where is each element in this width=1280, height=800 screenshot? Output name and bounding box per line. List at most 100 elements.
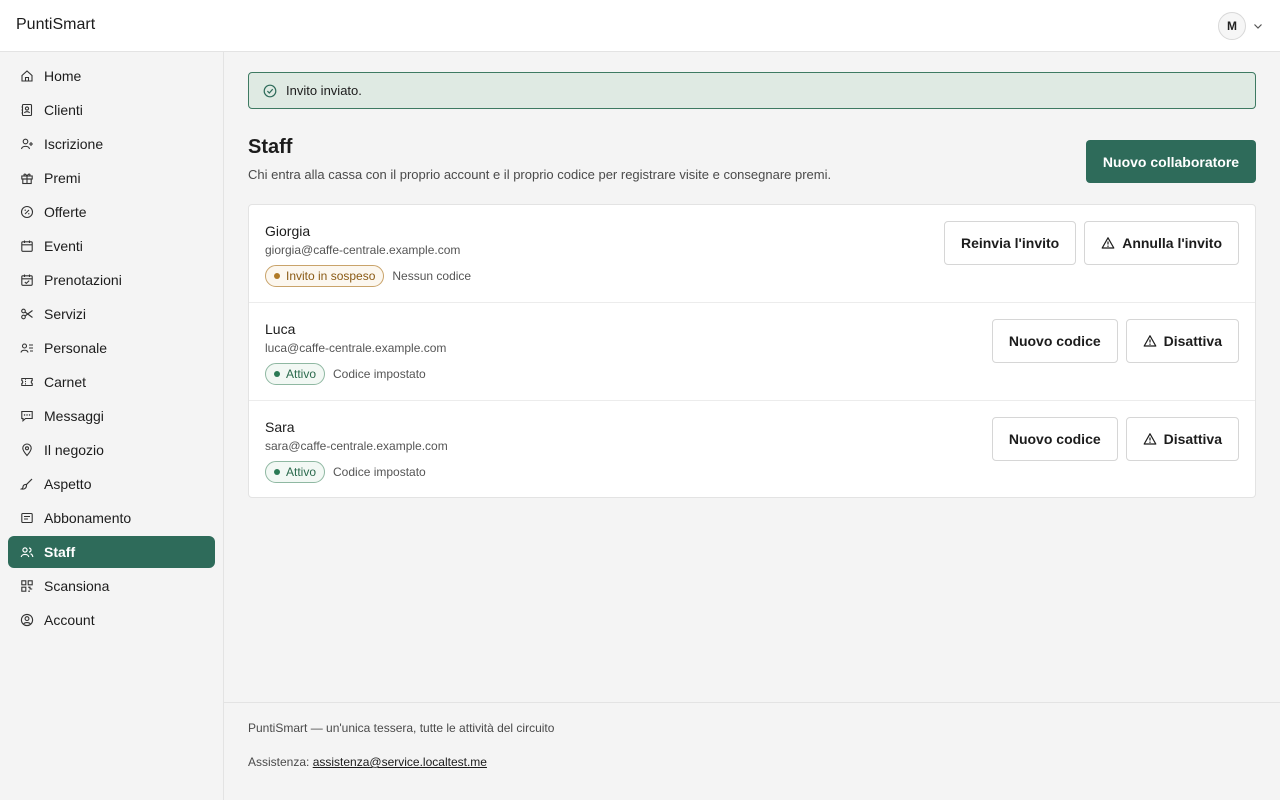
staff-email: sara@caffe-centrale.example.com <box>265 439 448 453</box>
sidebar-item-scansiona[interactable]: Scansiona <box>8 570 215 602</box>
qr-icon <box>20 579 34 593</box>
users-list-icon <box>20 341 34 355</box>
chevron-down-icon <box>1254 24 1262 29</box>
status-dot <box>274 469 280 475</box>
badge-percent-icon <box>20 205 34 219</box>
users-icon <box>20 545 34 559</box>
reinvia-l-invito-button[interactable]: Reinvia l'invito <box>943 221 1077 265</box>
sidebar-item-il-negozio[interactable]: Il negozio <box>8 434 215 466</box>
sidebar-item-eventi[interactable]: Eventi <box>8 230 215 262</box>
sidebar-item-personale[interactable]: Personale <box>8 332 215 364</box>
staff-list: Giorgia giorgia@caffe-centrale.example.co… <box>248 204 1256 498</box>
top-bar: PuntiSmart M <box>0 0 1280 52</box>
support-email-link[interactable]: assistenza@service.localtest.me <box>313 755 487 769</box>
home-icon <box>20 69 34 83</box>
button-label: Nuovo codice <box>1008 333 1101 349</box>
alert-text: Invito inviato. <box>286 83 362 98</box>
status-label: Attivo <box>286 367 317 381</box>
sidebar-item-label: Staff <box>44 544 76 560</box>
annulla-l-invito-button[interactable]: Annulla l'invito <box>1084 221 1239 265</box>
code-status: Codice impostato <box>333 367 426 381</box>
staff-row: Giorgia giorgia@caffe-centrale.example.co… <box>249 205 1255 303</box>
sidebar-item-aspetto[interactable]: Aspetto <box>8 468 215 500</box>
app-brand[interactable]: PuntiSmart <box>16 16 95 34</box>
button-label: Disattiva <box>1163 333 1222 349</box>
sidebar-item-clienti[interactable]: Clienti <box>8 94 215 126</box>
sidebar-item-prenotazioni[interactable]: Prenotazioni <box>8 264 215 296</box>
contacts-icon <box>20 103 34 117</box>
code-status: Codice impostato <box>333 465 426 479</box>
status-badge: Attivo <box>265 363 326 385</box>
staff-row: Sara sara@caffe-centrale.example.com Attiv… <box>249 401 1255 497</box>
disattiva-button[interactable]: Disattiva <box>1125 319 1239 363</box>
sidebar-item-carnet[interactable]: Carnet <box>8 366 215 398</box>
staff-name: Sara <box>265 419 295 435</box>
footer: PuntiSmart — un'unica tessera, tutte le … <box>224 702 1280 800</box>
support-label: Assistenza: <box>248 755 310 769</box>
user-menu[interactable]: M <box>1218 12 1264 40</box>
avatar[interactable]: M <box>1218 12 1246 40</box>
button-label: Nuovo codice <box>1008 431 1101 447</box>
staff-email: giorgia@caffe-centrale.example.com <box>265 243 461 257</box>
sidebar-item-servizi[interactable]: Servizi <box>8 298 215 330</box>
sidebar-item-offerte[interactable]: Offerte <box>8 196 215 228</box>
sidebar-item-staff[interactable]: Staff <box>8 536 215 568</box>
sidebar-item-label: Servizi <box>44 306 87 322</box>
warning-icon <box>1101 236 1115 250</box>
sidebar-item-label: Premi <box>44 170 81 186</box>
page-title: Staff <box>248 136 293 158</box>
sidebar-item-label: Offerte <box>44 204 87 220</box>
staff-meta: Attivo Codice impostato <box>265 461 426 483</box>
nuovo-codice-button[interactable]: Nuovo codice <box>991 319 1118 363</box>
gift-icon <box>20 171 34 185</box>
status-badge: Attivo <box>265 461 326 483</box>
sidebar-item-iscrizione[interactable]: Iscrizione <box>8 128 215 160</box>
user-circle-icon <box>20 613 34 627</box>
sidebar-item-label: Iscrizione <box>44 136 104 152</box>
sidebar-item-label: Prenotazioni <box>44 272 122 288</box>
sidebar-item-messaggi[interactable]: Messaggi <box>8 400 215 432</box>
staff-row: Luca luca@caffe-centrale.example.com Attiv… <box>249 303 1255 401</box>
row-actions: Reinvia l'invito Annulla l'invito <box>943 221 1239 265</box>
map-pin-icon <box>20 443 34 457</box>
sidebar-item-label: Carnet <box>44 374 87 390</box>
new-collaborator-button[interactable]: Nuovo collaboratore <box>1086 140 1256 183</box>
sidebar-item-label: Aspetto <box>44 476 92 492</box>
sidebar: Home Clienti Iscrizione Premi Offerte Eventi P… <box>0 52 224 800</box>
sidebar-nav: Home Clienti Iscrizione Premi Offerte Eventi P… <box>8 60 215 636</box>
sidebar-item-label: Abbonamento <box>44 510 132 526</box>
sidebar-item-label: Il negozio <box>44 442 104 458</box>
disattiva-button[interactable]: Disattiva <box>1125 417 1239 461</box>
staff-meta: Attivo Codice impostato <box>265 363 426 385</box>
sidebar-item-account[interactable]: Account <box>8 604 215 636</box>
status-label: Attivo <box>286 465 317 479</box>
footer-support: Assistenza: assistenza@service.localtest… <box>248 755 487 769</box>
sidebar-item-abbonamento[interactable]: Abbonamento <box>8 502 215 534</box>
warning-icon <box>1143 432 1157 446</box>
sidebar-item-label: Personale <box>44 340 108 356</box>
message-icon <box>20 409 34 423</box>
button-label: Reinvia l'invito <box>960 235 1060 251</box>
ticket-icon <box>20 375 34 389</box>
nuovo-codice-button[interactable]: Nuovo codice <box>991 417 1118 461</box>
staff-email: luca@caffe-centrale.example.com <box>265 341 447 355</box>
brush-icon <box>20 477 34 491</box>
sidebar-item-premi[interactable]: Premi <box>8 162 215 194</box>
sidebar-item-home[interactable]: Home <box>8 60 215 92</box>
scissors-icon <box>20 307 34 321</box>
status-badge: Invito in sospeso <box>265 265 385 287</box>
sidebar-item-label: Eventi <box>44 238 83 254</box>
sidebar-item-label: Scansiona <box>44 578 110 594</box>
calendar-icon <box>20 239 34 253</box>
status-dot <box>274 273 280 279</box>
button-label: Annulla l'invito <box>1122 235 1222 251</box>
button-label: Disattiva <box>1163 431 1222 447</box>
status-label: Invito in sospeso <box>286 269 376 283</box>
staff-meta: Invito in sospeso Nessun codice <box>265 265 471 287</box>
sidebar-item-label: Messaggi <box>44 408 104 424</box>
user-plus-icon <box>20 137 34 151</box>
row-actions: Nuovo codice Disattiva <box>991 319 1239 363</box>
staff-name: Luca <box>265 321 296 337</box>
row-actions: Nuovo codice Disattiva <box>991 417 1239 461</box>
sidebar-item-label: Account <box>44 612 95 628</box>
